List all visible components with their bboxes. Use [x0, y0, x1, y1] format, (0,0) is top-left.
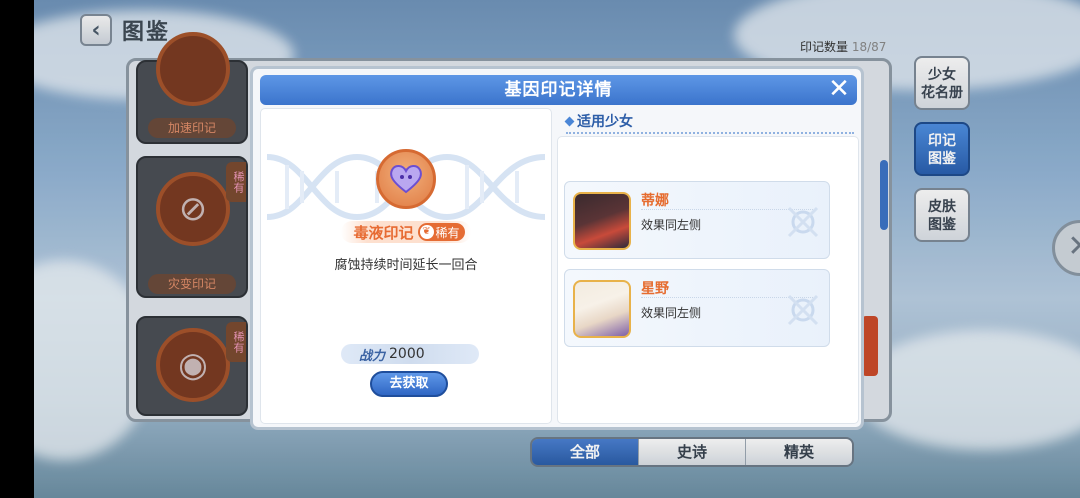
- girl-name: 蒂娜: [641, 193, 669, 209]
- modal-title: 基因印记详情: [504, 80, 613, 100]
- rarity-badge: ❦ 稀有: [417, 223, 465, 241]
- girl-card[interactable]: 蒂娜 效果同左侧: [564, 181, 830, 259]
- dna-deco-icon: [787, 294, 819, 326]
- girl-name: 星野: [641, 281, 669, 297]
- acquire-button[interactable]: 去获取: [370, 371, 448, 397]
- section-divider: [566, 132, 854, 134]
- imprint-name: 毒液印记: [353, 223, 414, 242]
- diamond-icon: [564, 116, 575, 126]
- power-value: 2000: [389, 346, 425, 362]
- imprint-description: 腐蚀持续时间延长一回合: [334, 258, 478, 273]
- section-title: 适用少女: [564, 111, 633, 131]
- applicable-girls-pane: 适用少女 蒂娜 效果同左侧 星野 效果同左侧: [558, 109, 858, 423]
- dna-deco-icon: [787, 206, 819, 238]
- girl-card[interactable]: 星野 效果同左侧: [564, 269, 830, 347]
- girl-list: 蒂娜 效果同左侧 星野 效果同左侧: [558, 137, 858, 423]
- power-label: 战力: [359, 348, 386, 364]
- venom-imprint-icon: [376, 149, 436, 209]
- imprint-detail-pane: 毒液印记 ❦ 稀有 腐蚀持续时间延长一回合 战力 2000 去获取: [261, 109, 551, 423]
- modal-header: 基因印记详情 ✕: [260, 75, 857, 105]
- close-icon[interactable]: ✕: [827, 76, 851, 102]
- imprint-name-banner: 毒液印记 ❦ 稀有: [341, 221, 471, 243]
- imprint-detail-modal: 基因印记详情 ✕ 毒液印记 ❦ 稀有 腐蚀持续时间延长一回合 战力 2000 去…: [250, 66, 864, 430]
- girl-portrait-tina: [573, 192, 631, 250]
- leaf-icon: ❦: [419, 225, 434, 239]
- girl-portrait-hoshino: [573, 280, 631, 338]
- girl-effect: 效果同左侧: [641, 306, 702, 320]
- rarity-label: 稀有: [435, 225, 460, 240]
- girl-effect: 效果同左侧: [641, 218, 702, 232]
- combat-power: 战力 2000: [341, 344, 479, 364]
